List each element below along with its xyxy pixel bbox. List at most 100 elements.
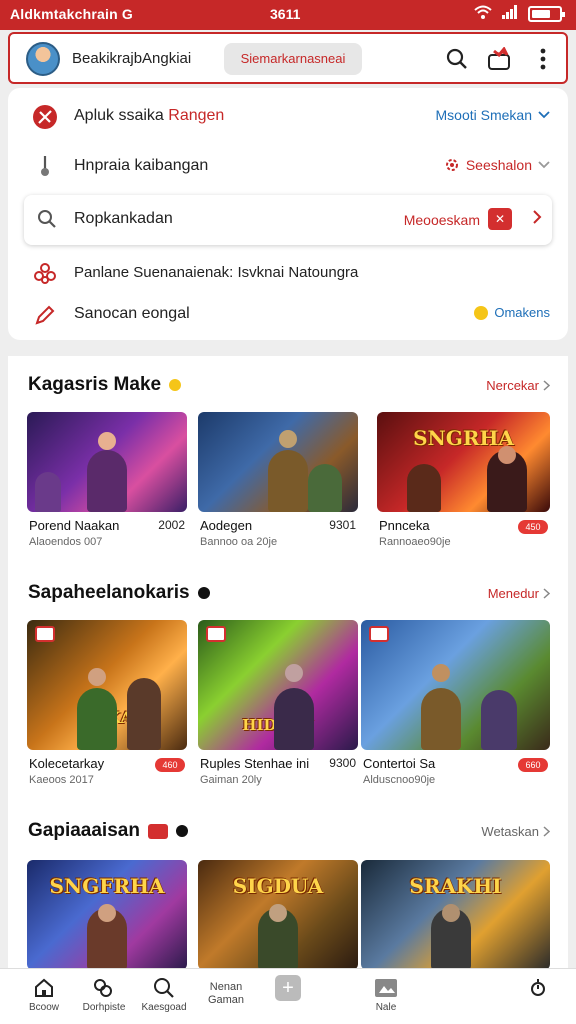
section-title: Kagasris Make xyxy=(28,374,162,395)
game-thumbnail[interactable]: SNGRHA xyxy=(377,412,550,512)
game-card[interactable]: Porend Naakan 2002 Alaoendos 007 xyxy=(27,412,187,548)
game-title: Pnnceka xyxy=(379,518,430,533)
controller-icon xyxy=(94,979,112,997)
record-dot-icon xyxy=(197,587,210,599)
option-row-category[interactable]: Apluk ssaika Rangen Msooti Smekan xyxy=(8,96,568,136)
more-menu-button[interactable] xyxy=(528,44,558,74)
chevron-right-icon xyxy=(543,380,550,391)
signal-icon xyxy=(502,5,518,22)
game-score: 9301 xyxy=(329,518,356,532)
search-icon xyxy=(36,208,58,235)
game-score: 2002 xyxy=(158,518,185,532)
gift-icon xyxy=(488,47,510,70)
chevron-down-icon xyxy=(538,111,550,119)
option-row-sort[interactable]: Sanocan eongal Omakens xyxy=(8,294,568,334)
game-card[interactable]: SRAKHI xyxy=(361,860,550,970)
game-thumbnail[interactable]: SNGFRHA xyxy=(27,860,187,970)
section-title: Sapaheelanokaris xyxy=(28,582,190,603)
game-title: Contertoi Sa xyxy=(363,756,436,771)
game-title: Aodegen xyxy=(200,518,253,533)
chevron-right-icon xyxy=(543,588,550,599)
search-icon xyxy=(446,48,467,69)
option-value[interactable]: Omakens xyxy=(474,305,550,320)
options-card: Apluk ssaika Rangen Msooti Smekan Hnprai… xyxy=(8,88,568,340)
see-all-link[interactable]: Menedur xyxy=(488,586,550,601)
game-thumbnail[interactable] xyxy=(198,412,358,512)
see-all-link[interactable]: Nercekar xyxy=(486,378,550,393)
game-logo: SRAKHI xyxy=(409,874,502,898)
record-dot-icon xyxy=(175,825,188,837)
search-field[interactable]: Ropkankadan Meooeskam ✕ xyxy=(24,195,552,245)
option-label: Panlane Suenanaienak: Isvknai Natoungra xyxy=(74,264,359,281)
joystick-icon xyxy=(32,154,58,180)
status-bar: Aldkmtakchrain G 3611 xyxy=(0,0,576,30)
nav-item-alarm[interactable] xyxy=(498,975,576,1001)
filter-chip[interactable]: Siemarkarnasneai xyxy=(224,43,362,75)
chevron-down-icon xyxy=(538,161,550,169)
game-feed: Kagasris Make Nercekar Porend Naakan 200… xyxy=(8,356,568,970)
status-carrier-text: Aldkmtakchrain G xyxy=(10,6,134,22)
promo-badge-icon: ✕ xyxy=(488,208,512,230)
search-promo-text: Meooeskam xyxy=(403,212,480,228)
option-row-tags[interactable]: Panlane Suenanaienak: Isvknai Natoungra xyxy=(8,253,568,293)
option-row-platform[interactable]: Hnpraia kaibangan Seeshalon xyxy=(8,146,568,186)
option-value[interactable]: Msooti Smekan xyxy=(436,107,550,123)
alarm-icon xyxy=(531,979,545,996)
game-thumbnail[interactable] xyxy=(361,620,550,750)
option-label-accent: Rangen xyxy=(168,107,225,124)
game-card[interactable]: HIDARU Ruples Stenhae ini 9300 Gaiman 20… xyxy=(198,620,358,786)
rating-badge: 450 xyxy=(518,520,548,534)
game-score: 9300 xyxy=(329,756,356,770)
game-meta: Alduscnoo90je xyxy=(363,774,436,786)
game-card[interactable]: SIGDUA xyxy=(198,860,358,970)
rating-badge: 460 xyxy=(155,758,185,772)
pen-icon xyxy=(32,302,58,328)
nav-item-gallery[interactable]: Nale xyxy=(346,975,426,1013)
game-thumbnail[interactable]: SIGDUA xyxy=(198,860,358,970)
game-title: Ruples Stenhae ini xyxy=(200,756,310,771)
game-thumbnail[interactable]: UAKA xyxy=(27,620,187,750)
option-label: Sanocan eongal xyxy=(74,305,190,322)
game-card[interactable]: Aodegen 9301 Bannoo oa 20je xyxy=(198,412,358,548)
tag-icon xyxy=(206,626,226,642)
game-meta: Kaeoos 2017 xyxy=(29,774,94,786)
app-title: BeakikrajbAngkiai xyxy=(72,50,192,67)
game-card[interactable]: SNGFRHA xyxy=(27,860,187,970)
more-vertical-icon xyxy=(540,48,546,70)
game-card[interactable]: UAKA Kolecetarkay 460 Kaeoos 2017 xyxy=(27,620,187,786)
gear-icon xyxy=(445,159,458,171)
chevron-right-icon xyxy=(532,209,542,230)
game-thumbnail[interactable]: HIDARU xyxy=(198,620,358,750)
option-label: Apluk ssaika xyxy=(74,107,164,124)
search-label: Ropkankadan xyxy=(74,210,173,227)
chevron-right-icon xyxy=(543,826,550,837)
game-thumbnail[interactable] xyxy=(27,412,187,512)
nav-item-add[interactable]: + xyxy=(248,975,328,1001)
section-title: Gapiaaaisan xyxy=(28,820,140,841)
game-thumbnail[interactable]: SRAKHI xyxy=(361,860,550,970)
tag-icon xyxy=(35,626,55,642)
app-bar: BeakikrajbAngkiai Siemarkarnasneai xyxy=(8,32,568,84)
see-all-link[interactable]: Wetaskan xyxy=(481,824,550,839)
game-meta: Alaoendos 007 xyxy=(29,536,103,548)
wifi-icon xyxy=(474,5,492,22)
status-time: 3611 xyxy=(270,6,301,22)
bottom-nav: Bcoow Dorhpiste Kaesgoad Nenan Gaman + N… xyxy=(0,968,576,1024)
option-label: Hnpraia kaibangan xyxy=(74,157,209,174)
search-icon xyxy=(154,978,174,998)
sword-emblem-icon xyxy=(32,104,58,130)
search-button[interactable] xyxy=(442,44,472,74)
home-icon xyxy=(35,978,53,997)
rating-badge: 660 xyxy=(518,758,548,772)
avatar[interactable] xyxy=(26,42,60,76)
star-dot-icon xyxy=(169,379,182,391)
tag-icon xyxy=(369,626,389,642)
game-meta: Bannoo oa 20je xyxy=(200,536,278,548)
game-card[interactable]: SNGRHA Pnnceka 450 Rannoaeo90je xyxy=(377,412,550,548)
game-meta: Gaiman 20ly xyxy=(200,774,262,786)
coin-icon xyxy=(474,305,489,320)
option-value[interactable]: Seeshalon xyxy=(444,157,550,173)
game-card[interactable]: Contertoi Sa 660 Alduscnoo90je xyxy=(361,620,550,786)
game-meta: Rannoaeo90je xyxy=(379,536,451,548)
gift-button[interactable] xyxy=(484,44,514,74)
